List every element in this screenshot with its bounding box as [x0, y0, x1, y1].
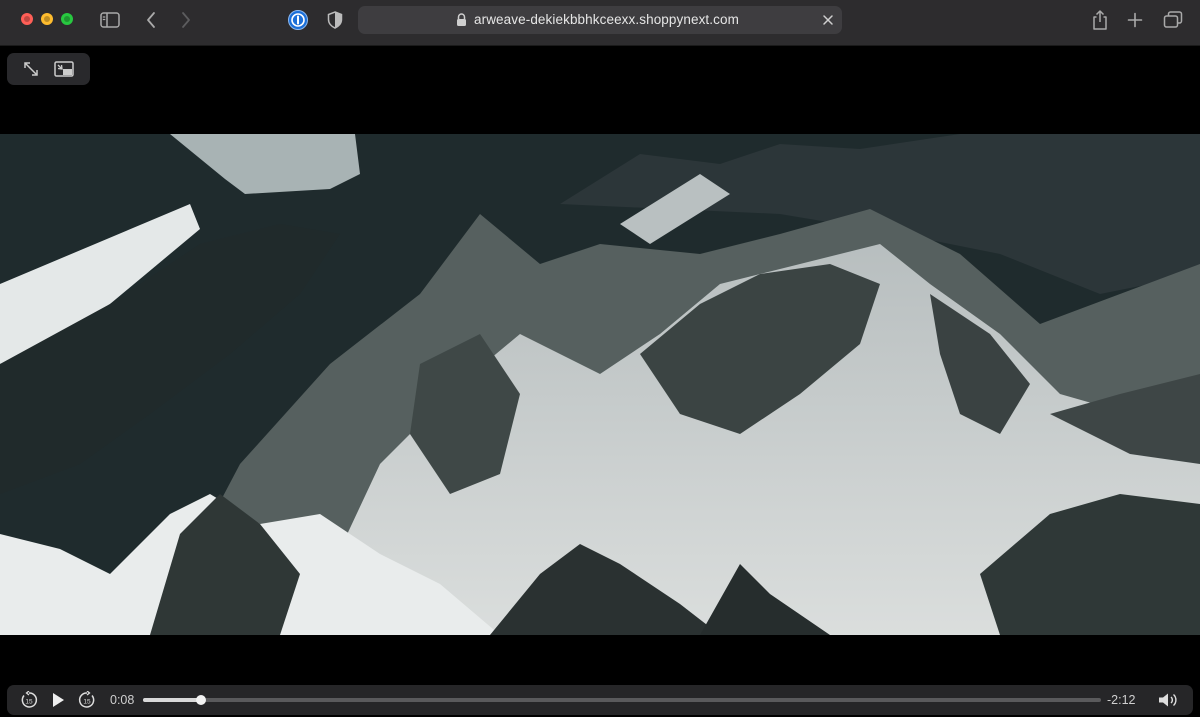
current-time: 0:08: [110, 693, 135, 707]
video-top-controls: [7, 53, 90, 85]
window-minimize-button[interactable]: [41, 13, 53, 25]
address-bar[interactable]: arweave-dekiekbbhkceexx.shoppynext.com: [358, 6, 842, 34]
chevron-right-icon[interactable]: [174, 9, 198, 31]
skip-back-15-icon[interactable]: 15: [19, 690, 39, 710]
skip-forward-label: 15: [83, 698, 91, 705]
volume-icon[interactable]: [1157, 690, 1181, 710]
play-icon[interactable]: [48, 690, 68, 710]
skip-forward-15-icon[interactable]: 15: [77, 690, 97, 710]
expand-icon[interactable]: [21, 60, 41, 78]
picture-in-picture-icon[interactable]: [54, 60, 74, 78]
plus-icon[interactable]: [1123, 9, 1147, 31]
chevron-left-icon[interactable]: [139, 9, 163, 31]
playback-bar: 15 15 0:08 -2:12: [7, 685, 1193, 715]
window-close-button[interactable]: [21, 13, 33, 25]
lock-icon: [456, 13, 467, 32]
video-player[interactable]: 15 15 0:08 -2:12: [0, 47, 1200, 717]
skip-back-label: 15: [25, 698, 33, 705]
video-frame[interactable]: [0, 134, 1200, 635]
window-zoom-button[interactable]: [61, 13, 73, 25]
browser-toolbar: arweave-dekiekbbhkceexx.shoppynext.com: [0, 0, 1200, 46]
scrubber-progress: [143, 698, 202, 702]
shield-icon[interactable]: [323, 9, 347, 31]
tab-overview-icon[interactable]: [1161, 9, 1185, 31]
close-icon[interactable]: [822, 13, 834, 31]
password-manager-icon[interactable]: [286, 9, 310, 31]
address-url: arweave-dekiekbbhkceexx.shoppynext.com: [474, 12, 739, 27]
sidebar-icon[interactable]: [98, 9, 122, 31]
mountain-scene-image: [0, 134, 1200, 635]
remaining-time: -2:12: [1107, 693, 1136, 707]
scrubber-handle[interactable]: [196, 695, 207, 705]
share-icon[interactable]: [1088, 9, 1112, 31]
scrubber-track[interactable]: [143, 695, 1101, 705]
